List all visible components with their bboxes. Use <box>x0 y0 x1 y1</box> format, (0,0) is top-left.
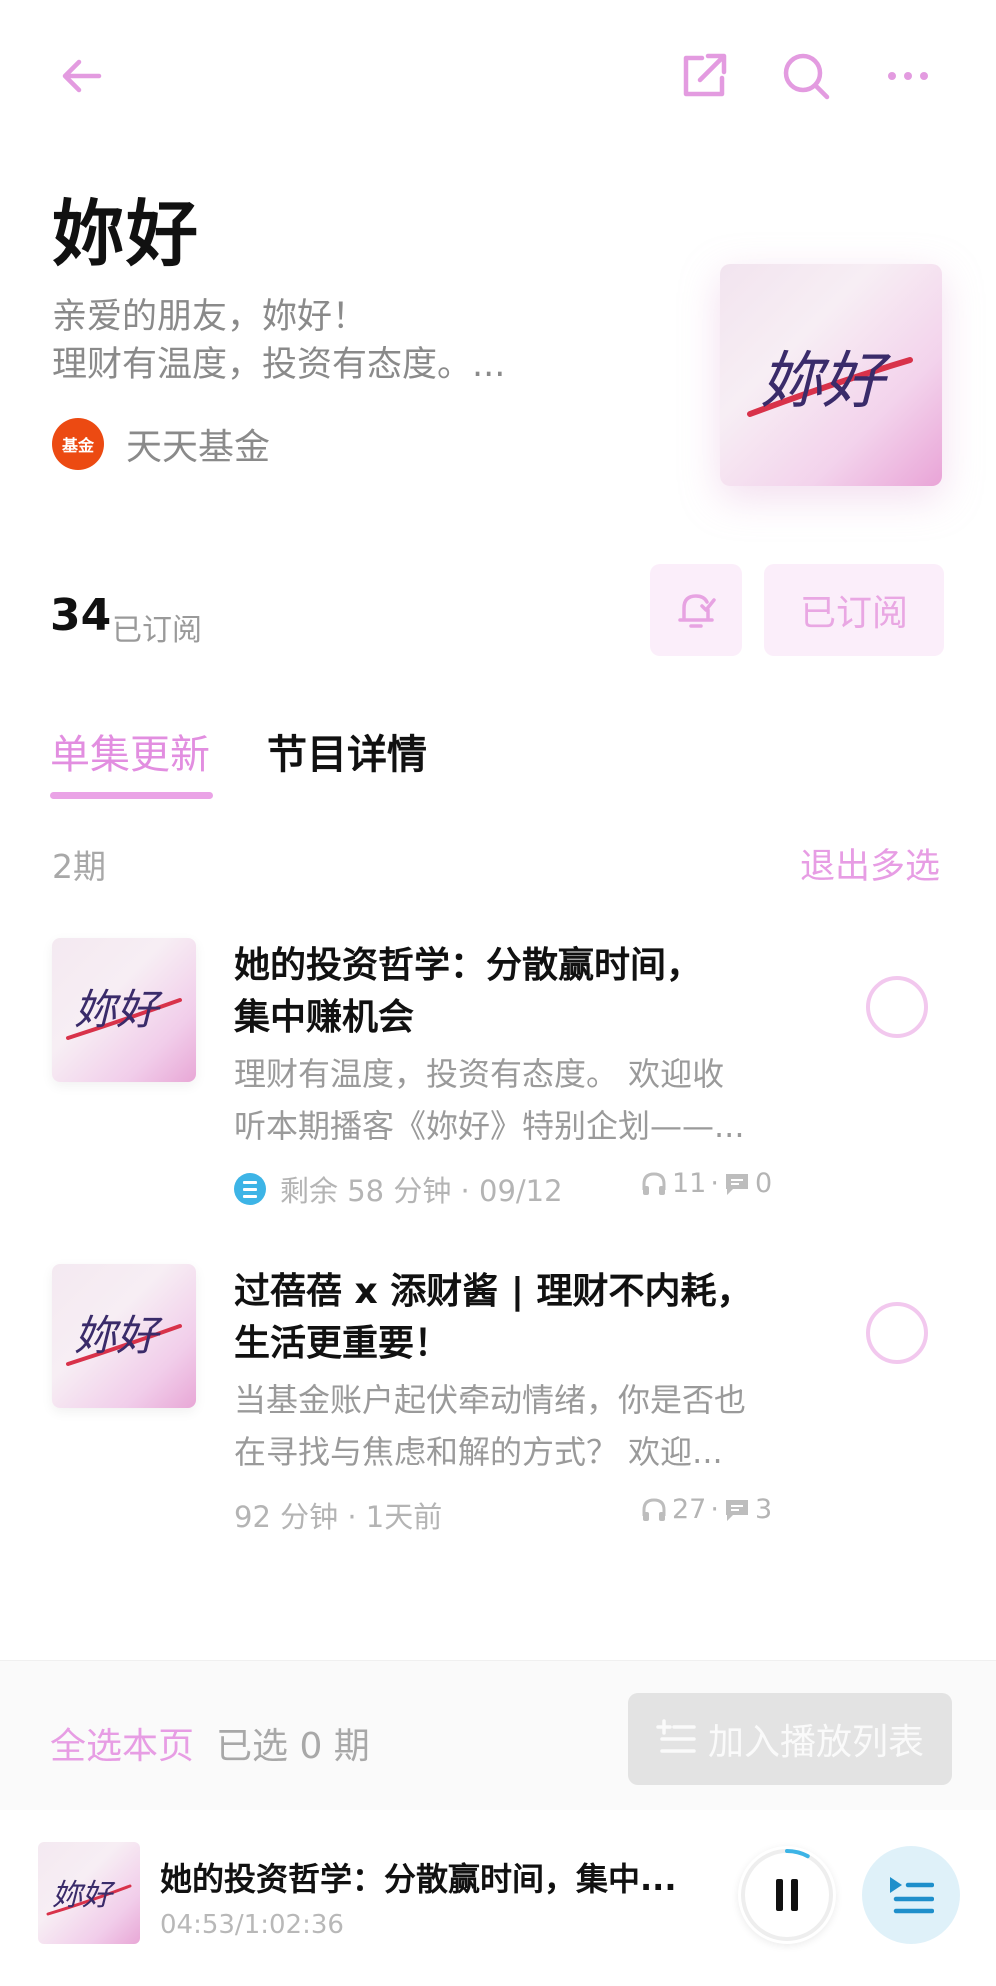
subscriber-count: 34 <box>50 590 112 641</box>
episode-select-radio[interactable] <box>866 976 928 1038</box>
publisher[interactable]: 基金 天天基金 <box>52 418 270 470</box>
play-count: 11 <box>672 1168 707 1199</box>
episode-stats: 11 · 0 <box>640 1168 772 1199</box>
episode-item[interactable]: 妳好 她的投资哲学：分散赢时间， 集中赚机会 理财有温度，投资有态度。 欢迎收 … <box>0 938 996 1258</box>
episode-description: 当基金账户起伏牵动情绪，你是否也 在寻找与焦虑和解的方式？ 欢迎... <box>234 1374 774 1478</box>
player-cover: 妳好 <box>38 1842 140 1944</box>
tab-details[interactable]: 节目详情 <box>267 722 427 780</box>
publisher-name: 天天基金 <box>126 427 271 468</box>
episode-title: 她的投资哲学：分散赢时间， 集中赚机会 <box>234 940 754 1044</box>
episode-description: 理财有温度，投资有态度。 欢迎收 听本期播客《妳好》特别企划——... <box>234 1048 774 1152</box>
cover-title: 妳好 <box>52 1878 112 1913</box>
top-bar <box>0 0 996 150</box>
bell-check-icon <box>678 594 716 628</box>
episode-desc-line: 在寻找与焦虑和解的方式？ 欢迎... <box>234 1433 723 1471</box>
subscribed-button[interactable]: 已订阅 <box>764 564 944 656</box>
separator-dot: · <box>710 1494 719 1525</box>
episode-meta-text: 剩余 58 分钟 · 09/12 <box>280 1174 563 1208</box>
podcast-title: 妳好 <box>52 192 201 276</box>
episode-cover: 妳好 <box>52 938 196 1082</box>
comment-icon <box>725 1173 748 1195</box>
player-title: 她的投资哲学：分散赢时间，集中... <box>160 1860 677 1898</box>
podcast-description[interactable]: 亲爱的朋友，妳好！ 理财有温度，投资有态度。... <box>52 293 552 389</box>
share-button[interactable] <box>668 40 740 112</box>
player-time: 04:53/1:02:36 <box>160 1910 344 1940</box>
episode-desc-line: 听本期播客《妳好》特别企划——... <box>234 1107 745 1145</box>
arrow-left-icon <box>62 59 102 93</box>
episode-title-line: 集中赚机会 <box>234 997 415 1038</box>
pause-button[interactable] <box>738 1846 836 1944</box>
episode-cover: 妳好 <box>52 1264 196 1408</box>
episode-meta: 92 分钟 · 1天前 <box>234 1494 442 1536</box>
episode-stats: 27 · 3 <box>640 1494 772 1525</box>
episode-title-line: 生活更重要！ <box>234 1323 451 1364</box>
episode-title-line: 过蓓蓓 x 添财酱 | 理财不内耗， <box>234 1271 753 1312</box>
mini-player[interactable]: 妳好 她的投资哲学：分散赢时间，集中... 04:53/1:02:36 <box>0 1810 996 1986</box>
description-line: 理财有温度，投资有态度。... <box>52 345 506 385</box>
headphones-icon <box>642 1497 666 1521</box>
search-icon <box>783 53 830 100</box>
cover-title: 妳好 <box>760 344 885 417</box>
selection-bar: 全选本页 已选 0 期 加入播放列表 <box>0 1660 996 1810</box>
add-to-playlist-label: 加入播放列表 <box>707 1722 924 1763</box>
play-count: 27 <box>672 1494 707 1525</box>
search-button[interactable] <box>770 40 842 112</box>
episode-title: 过蓓蓓 x 添财酱 | 理财不内耗， 生活更重要！ <box>234 1266 754 1370</box>
notification-button[interactable] <box>650 564 742 656</box>
podcast-cover: 妳好 <box>720 264 942 486</box>
tab-episodes[interactable]: 单集更新 <box>50 722 210 780</box>
playlist-icon <box>890 1877 934 1914</box>
selected-count: 已选 0 期 <box>216 1726 370 1767</box>
add-to-playlist-button[interactable]: 加入播放列表 <box>628 1693 952 1785</box>
description-line: 亲爱的朋友，妳好！ <box>52 297 368 337</box>
comment-count: 0 <box>754 1168 773 1199</box>
more-button[interactable] <box>872 40 944 112</box>
comment-icon <box>725 1499 748 1521</box>
subscriber-label: 已订阅 <box>112 613 202 648</box>
share-icon <box>683 53 727 97</box>
exit-multiselect-button[interactable]: 退出多选 <box>800 838 940 889</box>
episode-desc-line: 理财有温度，投资有态度。 欢迎收 <box>234 1055 725 1093</box>
pause-icon <box>776 1879 798 1911</box>
back-button[interactable] <box>45 40 117 112</box>
headphones-icon <box>642 1171 666 1195</box>
episode-meta-text: 92 分钟 · 1天前 <box>234 1500 443 1534</box>
separator-dot: · <box>710 1168 719 1199</box>
episode-select-radio[interactable] <box>866 1302 928 1364</box>
more-icon <box>888 72 928 80</box>
select-all-button[interactable]: 全选本页 <box>50 1717 194 1769</box>
cover-title: 妳好 <box>74 985 159 1034</box>
playlist-add-icon <box>656 1719 696 1753</box>
tab-indicator <box>50 792 213 799</box>
comment-count: 3 <box>754 1494 773 1525</box>
episode-desc-line: 当基金账户起伏牵动情绪，你是否也 <box>234 1381 747 1419</box>
episode-title-line: 她的投资哲学：分散赢时间， <box>234 945 703 986</box>
episode-item[interactable]: 妳好 过蓓蓓 x 添财酱 | 理财不内耗， 生活更重要！ 当基金账户起伏牵动情绪… <box>0 1264 996 1584</box>
episode-count: 2期 <box>52 847 106 886</box>
document-icon <box>234 1173 266 1205</box>
episode-meta: 剩余 58 分钟 · 09/12 <box>234 1168 563 1210</box>
playlist-button[interactable] <box>862 1846 960 1944</box>
cover-title: 妳好 <box>74 1311 159 1360</box>
publisher-logo: 基金 <box>52 418 104 470</box>
